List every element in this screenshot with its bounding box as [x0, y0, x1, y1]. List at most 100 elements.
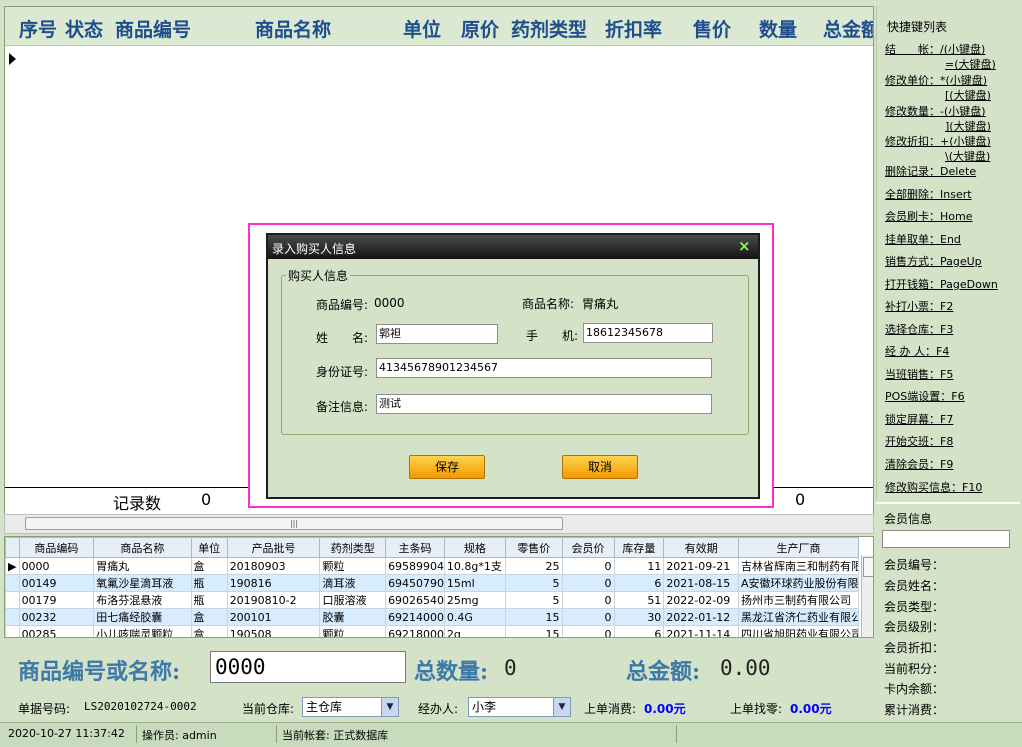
shortcut-edit-purchase-info[interactable]: 修改购买信息：F10 [885, 480, 982, 495]
buyer-phone-label: 手 机: [526, 329, 579, 343]
save-button[interactable]: 保存 [409, 455, 485, 479]
last-spend-label: 上单消费: [584, 702, 637, 716]
handler-select[interactable]: 小李 ▼ [468, 697, 571, 717]
shortcut-open-drawer[interactable]: 打开钱箱：PageDown [885, 277, 998, 292]
buyer-id-input[interactable]: 41345678901234567 [376, 358, 712, 378]
shortcut-edit-price[interactable]: 修改单价：*(小键盘) [885, 73, 987, 88]
column-header[interactable]: 零售价 [504, 537, 563, 558]
product-code-label: 商品编号或名称: [18, 659, 181, 685]
column-header-unit[interactable]: 单位 [403, 15, 441, 42]
shortcut-checkout[interactable]: 结 帐：/(小键盘) [885, 42, 985, 57]
table-cell: 5 [504, 591, 563, 609]
member-points-label: 当前积分： [884, 662, 945, 676]
column-header[interactable]: 药剂类型 [319, 537, 387, 558]
shortcut-select-warehouse[interactable]: 选择仓库：F3 [885, 322, 953, 337]
column-header[interactable]: 商品编码 [18, 537, 95, 558]
shortcut-edit-qty-alt[interactable]: ](大键盘) [945, 119, 991, 134]
shortcut-delete-record[interactable]: 删除记录：Delete [885, 164, 976, 179]
buyer-name-input[interactable]: 郭袒 [376, 324, 498, 344]
column-header[interactable]: 主条码 [385, 537, 445, 558]
shortcut-edit-discount[interactable]: 修改折扣：+(小键盘) [885, 134, 991, 149]
shortcut-pos-settings[interactable]: POS端设置：F6 [885, 389, 965, 404]
column-header-original-price[interactable]: 原价 [461, 15, 499, 42]
scrollbar-thumb[interactable] [863, 557, 873, 577]
shortcut-panel: 快捷键列表 结 帐：/(小键盘) =(大键盘) 修改单价：*(小键盘) [(大键… [876, 6, 1021, 500]
buyer-note-label: 备注信息: [316, 400, 369, 414]
product-list[interactable]: 商品编码 商品名称 单位 产品批号 药剂类型 主条码 规格 零售价 会员价 库存… [4, 536, 874, 638]
shortcut-delete-all[interactable]: 全部删除：Insert [885, 187, 972, 202]
row-indicator-icon [9, 53, 16, 65]
buyer-note-input[interactable]: 测试 [376, 394, 712, 414]
column-header-quantity[interactable]: 数量 [759, 15, 797, 42]
table-cell: 15 [504, 608, 563, 626]
column-header[interactable]: 生产厂商 [737, 537, 860, 558]
table-cell: 10.8g*1支 [443, 557, 506, 575]
horizontal-scrollbar[interactable]: ||| [4, 514, 874, 534]
column-header[interactable]: 单位 [190, 537, 228, 558]
table-cell: 200101 [226, 608, 321, 626]
column-header-status[interactable]: 状态 [65, 15, 103, 42]
shortcut-lock-screen[interactable]: 锁定屏幕：F7 [885, 412, 953, 427]
total-quantity-value: 0 [504, 656, 517, 680]
row-selector [5, 591, 20, 609]
scrollbar-thumb[interactable]: ||| [25, 517, 563, 530]
column-header-price[interactable]: 售价 [693, 15, 731, 42]
table-row[interactable]: 00149 氧氟沙星滴耳液 瓶 190816 滴耳液 6945079000 15… [5, 574, 860, 592]
product-code-input[interactable]: 0000 [210, 651, 406, 683]
shortcut-shift-sales[interactable]: 当班销售：F5 [885, 367, 953, 382]
table-row[interactable]: 00232 田七痛经胶囊 盒 200101 胶囊 6921400000 0.4G… [5, 608, 860, 626]
column-header-total[interactable]: 总金额 [823, 15, 873, 42]
table-cell: 190816 [226, 574, 321, 592]
table-cell: 00149 [18, 574, 95, 592]
member-balance-label: 卡内余额： [884, 682, 945, 696]
shortcut-hold-order[interactable]: 挂单取单：End [885, 232, 961, 247]
shortcut-member-card[interactable]: 会员刷卡：Home [885, 209, 972, 224]
table-cell: 氧氟沙星滴耳液 [93, 574, 192, 592]
shortcut-edit-price-alt[interactable]: [(大键盘) [945, 88, 991, 103]
member-info-panel: 会员信息 会员编号： 会员姓名： 会员类型： 会员级别： 会员折扣： 当前积分：… [876, 502, 1020, 722]
chevron-down-icon[interactable]: ▼ [381, 698, 398, 716]
member-card-input[interactable] [882, 530, 1010, 548]
shortcut-sale-mode[interactable]: 销售方式：PageUp [885, 254, 982, 269]
status-divider [136, 725, 137, 743]
column-header-name[interactable]: 商品名称 [255, 15, 331, 42]
shortcut-clear-member[interactable]: 清除会员：F9 [885, 457, 953, 472]
table-cell: 15ml [443, 574, 506, 592]
column-header[interactable]: 会员价 [561, 537, 615, 558]
shortcut-handler[interactable]: 经 办 人：F4 [885, 344, 949, 359]
column-header[interactable]: 有效期 [663, 537, 739, 558]
dialog-titlebar[interactable]: 录入购买人信息 × [268, 235, 758, 259]
column-header[interactable]: 商品名称 [93, 537, 192, 558]
member-total-spend-label: 累计消费： [884, 703, 945, 717]
table-cell: 190508 [226, 625, 321, 637]
shortcut-edit-qty[interactable]: 修改数量：-(小键盘) [885, 104, 986, 119]
table-cell: 25 [504, 557, 563, 575]
member-level-label: 会员级别： [884, 620, 945, 634]
warehouse-select[interactable]: 主仓库 ▼ [302, 697, 399, 717]
column-header-dosage-type[interactable]: 药剂类型 [511, 15, 587, 42]
table-cell: 00232 [18, 608, 95, 626]
table-cell: 瓶 [190, 574, 228, 592]
column-header-discount[interactable]: 折扣率 [605, 15, 662, 42]
shortcut-reprint[interactable]: 补打小票：F2 [885, 299, 953, 314]
table-row[interactable]: 00179 布洛芬混悬液 瓶 20190810-2 口服溶液 690265400… [5, 591, 860, 609]
table-cell: 口服溶液 [319, 591, 387, 609]
column-header[interactable]: 规格 [443, 537, 506, 558]
shortcut-checkout-alt[interactable]: =(大键盘) [945, 57, 996, 72]
cancel-button[interactable]: 取消 [562, 455, 638, 479]
table-cell: A安徽环球药业股份有限公司 [737, 574, 860, 592]
table-row[interactable]: 00285 小儿咳喘灵颗粒 盒 190508 颗粒 6921800002 2g … [5, 625, 860, 637]
vertical-scrollbar[interactable] [861, 555, 873, 637]
chevron-down-icon[interactable]: ▼ [553, 698, 570, 716]
column-header-code[interactable]: 商品编号 [115, 15, 191, 42]
shortcut-edit-discount-alt[interactable]: \(大键盘) [945, 149, 990, 164]
table-row[interactable]: ▶ 0000 胃痛丸 盒 20180903 颗粒 6958990400 10.8… [5, 557, 860, 575]
buyer-phone-input[interactable]: 18612345678 [583, 323, 713, 343]
shortcut-start-handover[interactable]: 开始交班：F8 [885, 434, 953, 449]
member-type-label: 会员类型： [884, 600, 945, 614]
column-header[interactable]: 库存量 [613, 537, 665, 558]
column-header-index[interactable]: 序号 [19, 15, 57, 42]
column-header[interactable]: 产品批号 [226, 537, 321, 558]
close-icon[interactable]: × [738, 237, 751, 255]
warehouse-label: 当前仓库: [242, 702, 295, 716]
